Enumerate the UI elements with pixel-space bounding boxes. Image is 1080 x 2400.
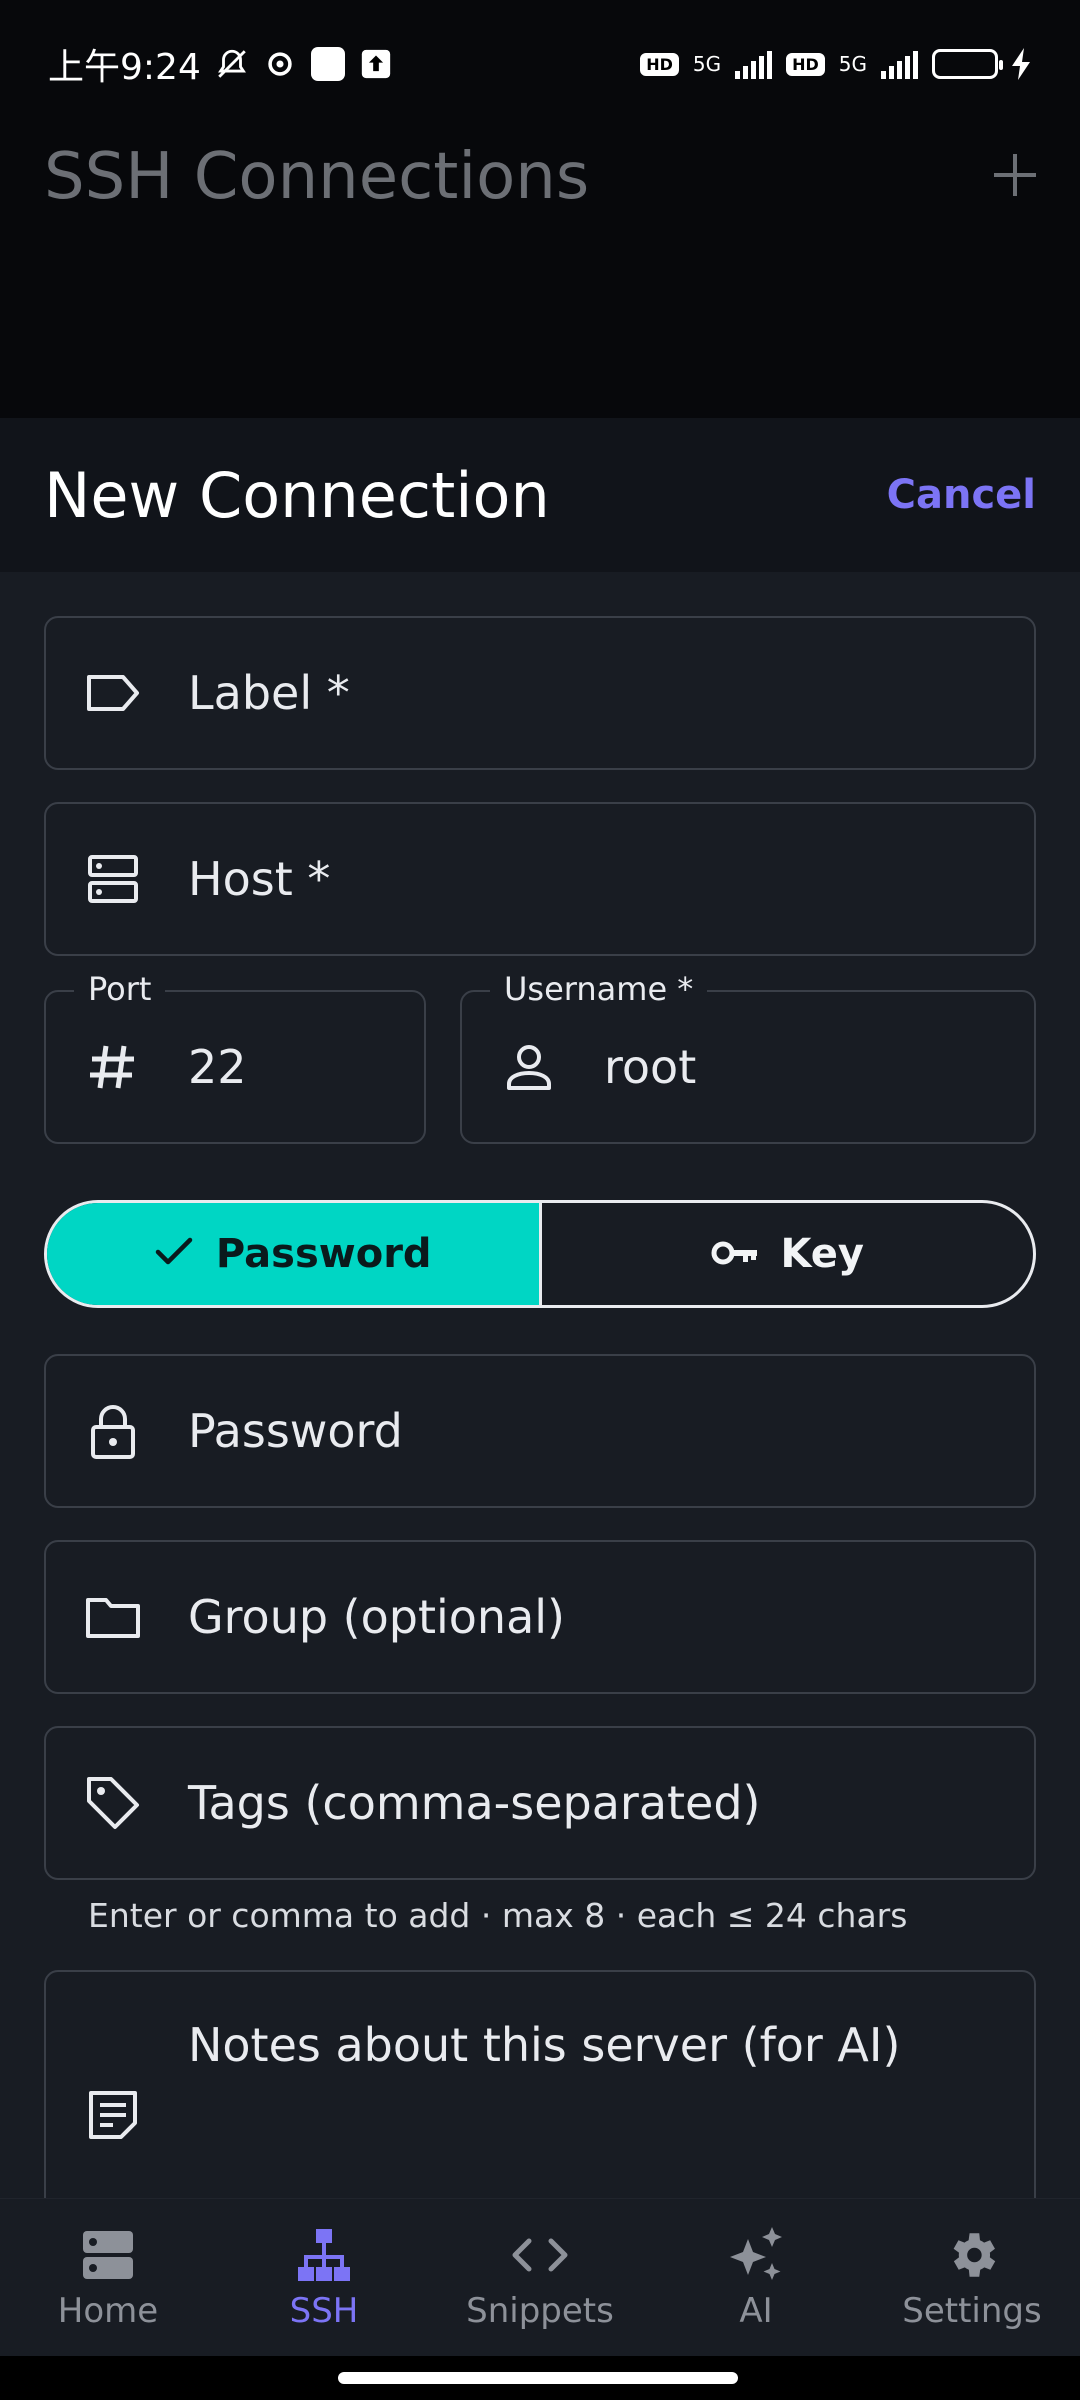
tags-hint: Enter or comma to add · max 8 · each ≤ 2… [88, 1896, 908, 1935]
port-field[interactable]: Port 22 [44, 970, 426, 1144]
new-connection-sheet: New Connection Cancel Label * Host * Por… [0, 418, 1080, 2198]
auth-method-toggle: Password Key [44, 1200, 1036, 1308]
sheet-title: New Connection [44, 458, 550, 532]
label-placeholder: Label * [188, 666, 350, 720]
hd-badge-2: HD [786, 52, 825, 76]
host-placeholder: Host * [188, 852, 331, 906]
group-field[interactable]: Group (optional) [44, 1540, 1036, 1694]
cancel-button[interactable]: Cancel [887, 472, 1036, 518]
label-tag-icon [82, 662, 144, 724]
status-bar: 上午9:24 HD 5G HD 5G [0, 0, 1080, 128]
notes-field[interactable]: Notes about this server (for AI) [44, 1970, 1036, 2198]
tag-icon [82, 1772, 144, 1834]
server-icon [82, 848, 144, 910]
auth-password-label: Password [215, 1231, 432, 1277]
sheet-header: New Connection Cancel [0, 418, 1080, 572]
add-connection-plus-icon[interactable] [990, 150, 1040, 200]
key-icon [711, 1231, 759, 1277]
charging-bolt-icon [1012, 48, 1032, 80]
label-field[interactable]: Label * [44, 616, 1036, 770]
nav-ssh[interactable]: SSH [216, 2199, 432, 2356]
nav-ssh-label: SSH [289, 2290, 359, 2331]
code-icon [510, 2225, 570, 2285]
nav-snippets[interactable]: Snippets [432, 2199, 648, 2356]
nav-ai[interactable]: AI [648, 2199, 864, 2356]
lock-icon [82, 1400, 144, 1462]
sparkles-icon [726, 2225, 786, 2285]
nav-home-label: Home [57, 2290, 159, 2331]
group-placeholder: Group (optional) [188, 1590, 565, 1644]
host-field[interactable]: Host * [44, 802, 1036, 956]
upload-icon [359, 47, 393, 81]
settings-gear-icon [263, 47, 297, 81]
nav-settings-label: Settings [902, 2290, 1042, 2331]
bottom-nav: Home SSH Snippets AI Settings [0, 2198, 1080, 2356]
nav-ai-label: AI [739, 2290, 773, 2331]
battery-icon [932, 49, 1003, 79]
home-indicator[interactable] [338, 2372, 738, 2384]
port-label: Port [74, 970, 166, 1008]
background-page-title: SSH Connections [44, 140, 590, 214]
username-value: root [604, 1040, 697, 1094]
notes-icon [82, 2084, 144, 2146]
port-value: 22 [188, 1040, 247, 1094]
gear-icon [942, 2225, 1002, 2285]
user-icon [498, 1036, 560, 1098]
signal-icon [735, 49, 773, 79]
folder-icon [82, 1586, 144, 1648]
bell-muted-icon [215, 46, 249, 82]
password-field[interactable]: Password [44, 1354, 1036, 1508]
signal-icon-2 [881, 49, 918, 79]
network-icon [294, 2225, 354, 2285]
nav-settings[interactable]: Settings [864, 2199, 1080, 2356]
tags-field[interactable]: Tags (comma-separated) [44, 1726, 1036, 1880]
network-type: 5G [692, 52, 722, 76]
server-icon [78, 2225, 138, 2285]
notes-placeholder: Notes about this server (for AI) [188, 2018, 901, 2072]
nav-home[interactable]: Home [0, 2199, 216, 2356]
check-icon [154, 1231, 194, 1277]
password-placeholder: Password [188, 1404, 403, 1458]
username-label: Username * [490, 970, 708, 1008]
status-time: 上午9:24 [48, 47, 201, 88]
hash-icon [82, 1036, 144, 1098]
auth-key-label: Key [780, 1231, 865, 1277]
auth-password-option[interactable]: Password [47, 1203, 542, 1305]
auth-key-option[interactable]: Key [542, 1203, 1034, 1305]
app-notification-icon [310, 47, 345, 81]
username-field[interactable]: Username * root [460, 970, 1036, 1144]
hd-badge: HD [640, 52, 679, 76]
tags-placeholder: Tags (comma-separated) [188, 1776, 761, 1830]
nav-snippets-label: Snippets [466, 2290, 614, 2331]
network-type-2: 5G [838, 52, 867, 76]
